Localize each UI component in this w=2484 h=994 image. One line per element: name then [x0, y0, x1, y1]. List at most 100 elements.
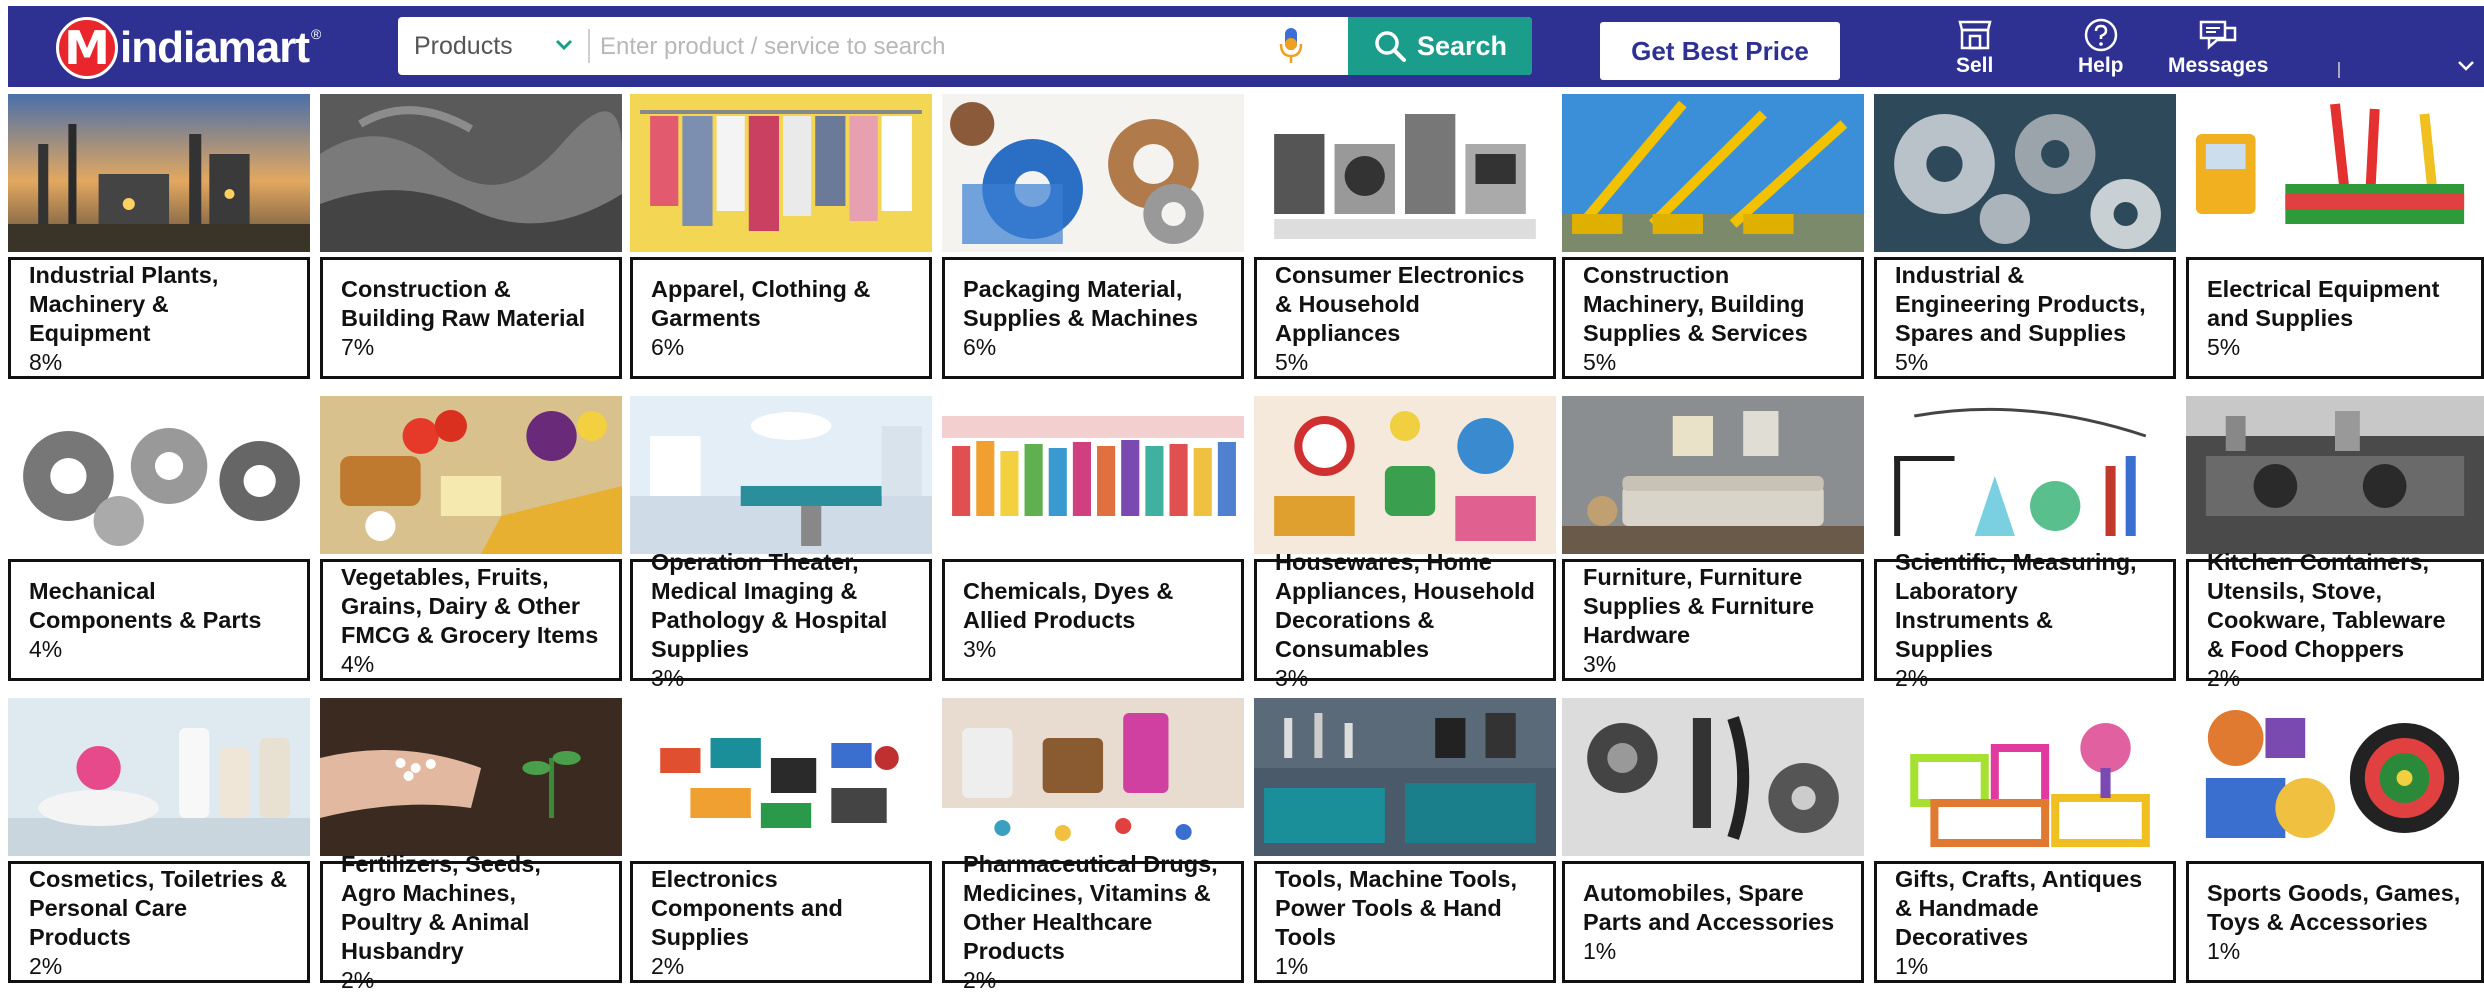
cranes-image: [1562, 94, 1864, 252]
category-image[interactable]: [1254, 396, 1556, 554]
header-divider: [2338, 62, 2340, 78]
category-name: Housewares, Home Appliances, Household D…: [1275, 549, 1535, 662]
category-tile[interactable]: Packaging Material, Supplies & Machines 6…: [942, 94, 1244, 382]
category-tile[interactable]: Cosmetics, Toiletries & Personal Care Pr…: [8, 698, 310, 986]
category-tile[interactable]: Construction & Building Raw Material 7%: [320, 94, 622, 382]
category-image[interactable]: [320, 396, 622, 554]
category-card[interactable]: Vegetables, Fruits, Grains, Dairy & Othe…: [320, 559, 622, 681]
logo-text: indiamart: [120, 23, 310, 72]
category-image[interactable]: [320, 94, 622, 252]
category-image[interactable]: [942, 396, 1244, 554]
get-best-price-button[interactable]: Get Best Price: [1600, 22, 1840, 80]
category-tile[interactable]: Apparel, Clothing & Garments 6%: [630, 94, 932, 382]
category-image[interactable]: [8, 396, 310, 554]
category-share: 3%: [651, 665, 685, 691]
category-card[interactable]: Packaging Material, Supplies & Machines 6…: [942, 257, 1244, 379]
category-name: Packaging Material, Supplies & Machines: [963, 276, 1199, 331]
messages-menu[interactable]: Messages: [2168, 16, 2268, 86]
category-image[interactable]: [1874, 396, 2176, 554]
category-grid: Industrial Plants, Machinery & Equipment…: [0, 90, 2484, 993]
category-tile[interactable]: Sports Goods, Games, Toys & Accessories 1…: [2186, 698, 2484, 986]
category-card[interactable]: Cosmetics, Toiletries & Personal Care Pr…: [8, 861, 310, 983]
category-card[interactable]: Automobiles, Spare Parts and Accessories…: [1562, 861, 1864, 983]
chemical-bottles-image: [942, 396, 1244, 554]
category-name: Apparel, Clothing & Garments: [651, 276, 871, 331]
category-tile[interactable]: Industrial & Engineering Products, Spare…: [1874, 94, 2176, 382]
category-image[interactable]: [1562, 396, 1864, 554]
category-image[interactable]: [1562, 698, 1864, 856]
category-name: Industrial & Engineering Products, Spare…: [1895, 261, 2146, 346]
category-tile[interactable]: Housewares, Home Appliances, Household D…: [1254, 396, 1556, 691]
category-card[interactable]: Electrical Equipment and Supplies 5%: [2186, 257, 2484, 379]
category-image[interactable]: [942, 698, 1244, 856]
category-card[interactable]: Sports Goods, Games, Toys & Accessories 1…: [2186, 861, 2484, 983]
category-image[interactable]: [1874, 94, 2176, 252]
category-tile[interactable]: Operation Theater, Medical Imaging & Pat…: [630, 396, 932, 691]
category-tile[interactable]: Pharmaceutical Drugs, Medicines, Vitamin…: [942, 698, 1244, 993]
category-image[interactable]: [1254, 698, 1556, 856]
category-card[interactable]: Housewares, Home Appliances, Household D…: [1254, 549, 1556, 691]
search-category-select[interactable]: Products: [398, 17, 588, 75]
category-tile[interactable]: Consumer Electronics & Household Applian…: [1254, 94, 1556, 382]
category-share: 1%: [1583, 938, 1617, 964]
category-tile[interactable]: Gifts, Crafts, Antiques & Handmade Decor…: [1874, 698, 2176, 986]
sell-menu[interactable]: Sell: [1956, 16, 1993, 86]
power-tools-image: [1254, 698, 1556, 856]
category-tile[interactable]: Construction Machinery, Building Supplie…: [1562, 94, 1864, 382]
category-image[interactable]: [1254, 94, 1556, 252]
category-card[interactable]: Mechanical Components & Parts 4%: [8, 559, 310, 681]
category-tile[interactable]: Tools, Machine Tools, Power Tools & Hand…: [1254, 698, 1556, 986]
category-card[interactable]: Electronics Components and Supplies 2%: [630, 861, 932, 983]
category-image[interactable]: [2186, 94, 2484, 252]
category-tile[interactable]: Electrical Equipment and Supplies 5%: [2186, 94, 2484, 382]
category-image[interactable]: [1562, 94, 1864, 252]
category-card[interactable]: Consumer Electronics & Household Applian…: [1254, 257, 1556, 379]
chevron-down-icon[interactable]: [2456, 58, 2476, 74]
category-image[interactable]: [320, 698, 622, 856]
category-tile[interactable]: Vegetables, Fruits, Grains, Dairy & Othe…: [320, 396, 622, 684]
indiamart-logo[interactable]: M indiamart ®: [56, 17, 321, 79]
category-card[interactable]: Pharmaceutical Drugs, Medicines, Vitamin…: [942, 851, 1244, 993]
category-card[interactable]: Construction & Building Raw Material 7%: [320, 257, 622, 379]
category-card[interactable]: Apparel, Clothing & Garments 6%: [630, 257, 932, 379]
category-tile[interactable]: Chemicals, Dyes & Allied Products 3%: [942, 396, 1244, 684]
category-card[interactable]: Kitchen Containers, Utensils, Stove, Coo…: [2186, 549, 2484, 691]
category-tile[interactable]: Electronics Components and Supplies 2%: [630, 698, 932, 986]
category-name: Vegetables, Fruits, Grains, Dairy & Othe…: [341, 563, 599, 648]
category-card[interactable]: Tools, Machine Tools, Power Tools & Hand…: [1254, 861, 1556, 983]
category-tile[interactable]: Furniture, Furniture Supplies & Furnitur…: [1562, 396, 1864, 684]
category-image[interactable]: [8, 698, 310, 856]
category-share: 1%: [1275, 952, 1309, 979]
category-image[interactable]: [630, 698, 932, 856]
search-button[interactable]: Search: [1348, 17, 1532, 75]
category-card[interactable]: Construction Machinery, Building Supplie…: [1562, 257, 1864, 379]
living-room-image: [1562, 396, 1864, 554]
category-tile[interactable]: Industrial Plants, Machinery & Equipment…: [8, 94, 310, 382]
search-bar: Products Search: [398, 17, 1532, 75]
category-card[interactable]: Fertilizers, Seeds, Agro Machines, Poult…: [320, 851, 622, 993]
groceries-image: [320, 396, 622, 554]
help-menu[interactable]: Help: [2078, 16, 2124, 86]
microphone-icon[interactable]: [1278, 26, 1304, 66]
category-card[interactable]: Industrial Plants, Machinery & Equipment…: [8, 257, 310, 379]
category-image[interactable]: [2186, 698, 2484, 856]
category-image[interactable]: [630, 94, 932, 252]
category-image[interactable]: [942, 94, 1244, 252]
category-tile[interactable]: Automobiles, Spare Parts and Accessories…: [1562, 698, 1864, 986]
category-image[interactable]: [630, 396, 932, 554]
category-tile[interactable]: Scientific, Measuring, Laboratory Instru…: [1874, 396, 2176, 691]
category-card[interactable]: Scientific, Measuring, Laboratory Instru…: [1874, 549, 2176, 691]
category-tile[interactable]: Fertilizers, Seeds, Agro Machines, Poult…: [320, 698, 622, 993]
category-card[interactable]: Gifts, Crafts, Antiques & Handmade Decor…: [1874, 861, 2176, 983]
category-image[interactable]: [1874, 698, 2176, 856]
category-image[interactable]: [2186, 396, 2484, 554]
category-card[interactable]: Operation Theater, Medical Imaging & Pat…: [630, 549, 932, 691]
search-button-label: Search: [1416, 30, 1508, 61]
category-image[interactable]: [8, 94, 310, 252]
category-card[interactable]: Chemicals, Dyes & Allied Products 3%: [942, 559, 1244, 681]
category-share: 4%: [29, 636, 63, 662]
category-tile[interactable]: Kitchen Containers, Utensils, Stove, Coo…: [2186, 396, 2484, 691]
category-tile[interactable]: Mechanical Components & Parts 4%: [8, 396, 310, 684]
category-card[interactable]: Industrial & Engineering Products, Spare…: [1874, 257, 2176, 379]
category-card[interactable]: Furniture, Furniture Supplies & Furnitur…: [1562, 559, 1864, 681]
